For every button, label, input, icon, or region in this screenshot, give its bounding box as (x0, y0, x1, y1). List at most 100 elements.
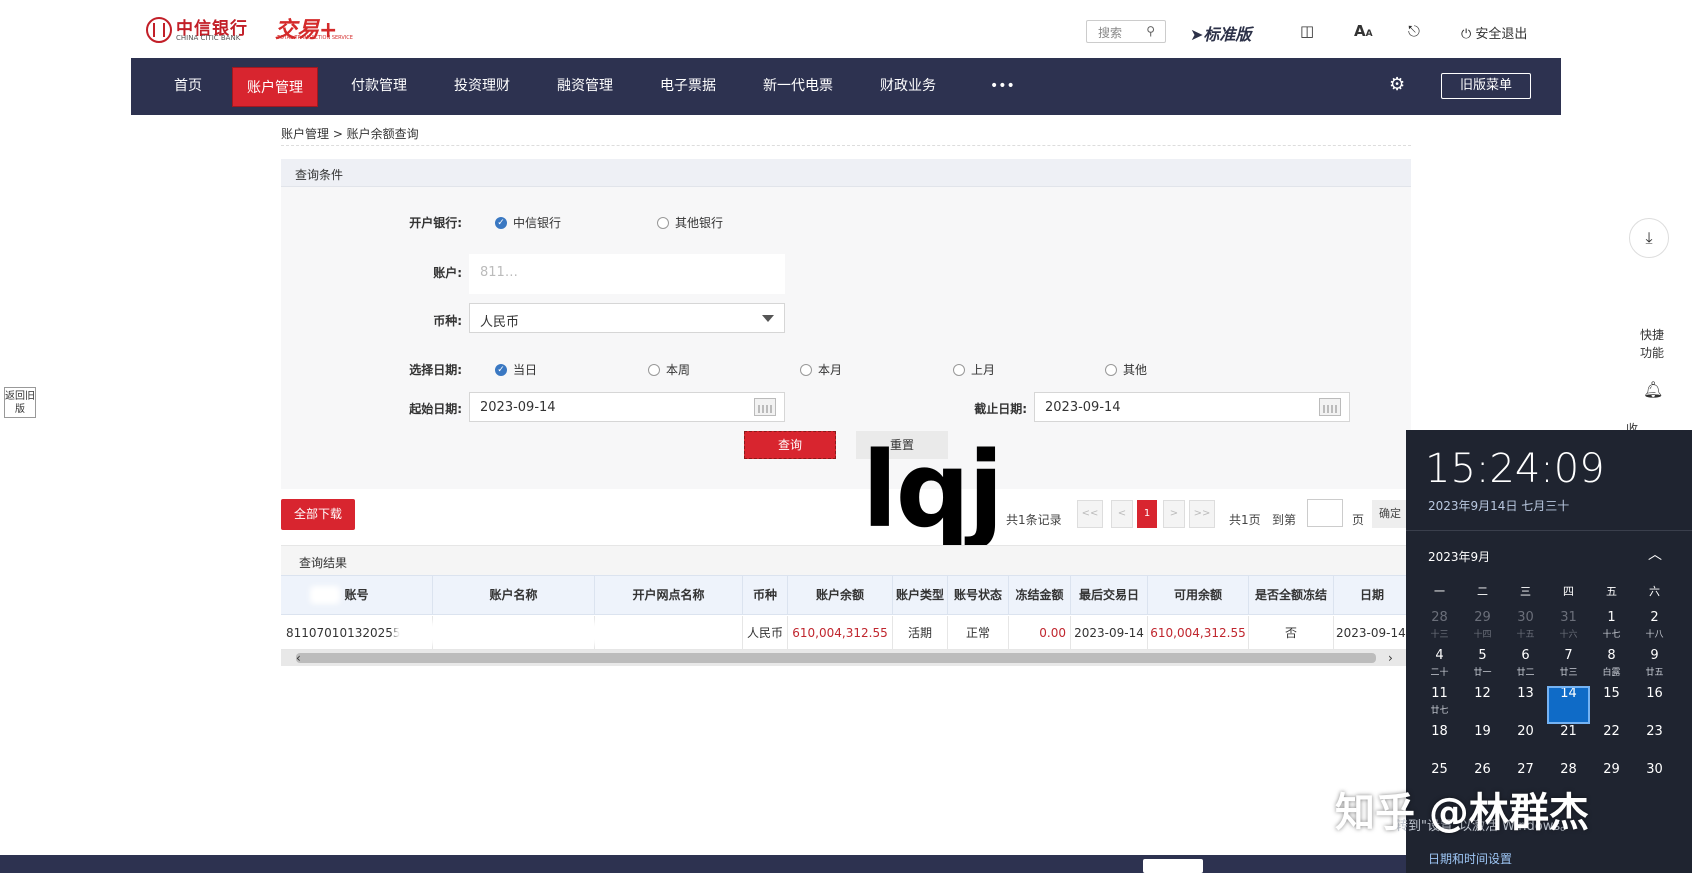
next-page-button[interactable]: > (1163, 500, 1185, 528)
nav-home[interactable]: 首页 (172, 58, 204, 115)
clock-time: 15:24:09 (1425, 446, 1605, 492)
account-input[interactable]: 811… (469, 254, 785, 294)
logout-label: 安全退出 (1475, 27, 1528, 42)
radio-checked-icon (495, 363, 507, 376)
calendar-month[interactable]: 2023年9月 (1428, 548, 1490, 565)
end-date-value: 2023-09-14 (1045, 400, 1121, 415)
radio-other-date[interactable]: 其他 (1105, 361, 1147, 378)
chevron-up-icon[interactable]: ︿ (1648, 544, 1662, 564)
calendar-day[interactable]: 28 十三 (1418, 610, 1461, 648)
calendar-day[interactable]: 11 廿七 (1418, 686, 1461, 724)
start-date-input[interactable]: 2023-09-14 (469, 392, 785, 422)
calendar-day[interactable]: 5 廿一 (1461, 648, 1504, 686)
chevron-down-icon (762, 315, 774, 322)
calendar-day[interactable]: 9 廿五 (1633, 648, 1676, 686)
edition-toggle[interactable]: ➤标准版 (1190, 21, 1251, 45)
nav-new-ebill[interactable]: 新一代电票 (760, 58, 836, 115)
top-header (131, 0, 1560, 58)
calendar-day[interactable]: 12 (1461, 686, 1504, 724)
calendar-day[interactable]: 29 十四 (1461, 610, 1504, 648)
font-size-icon[interactable]: AA (1354, 22, 1373, 40)
calendar-day[interactable]: 19 (1461, 724, 1504, 762)
calendar-day[interactable]: 22 (1590, 724, 1633, 762)
zhihu-watermark: 知乎 @林群杰 (1335, 790, 1589, 836)
col-type: 账户类型 (893, 575, 948, 615)
radio-unchecked-icon (648, 363, 660, 376)
download-icon[interactable]: ⤓ (1629, 218, 1669, 258)
calendar-day[interactable]: 21 (1547, 724, 1590, 762)
col-full-frozen: 是否全额冻结 (1249, 575, 1334, 615)
radio-today[interactable]: 当日 (495, 361, 537, 378)
calendar-day[interactable]: 8 白露 (1590, 648, 1633, 686)
cell-status: 正常 (948, 616, 1009, 650)
nav-ebill[interactable]: 电子票据 (658, 58, 718, 115)
end-date-label: 截止日期: (974, 402, 1027, 416)
clock-date[interactable]: 2023年9月14日 七月三十 (1428, 497, 1569, 514)
end-date-input[interactable]: 2023-09-14 (1034, 392, 1350, 422)
scroll-left-icon[interactable]: ‹ (296, 651, 301, 665)
prev-page-button[interactable]: < (1111, 500, 1133, 528)
old-menu-button[interactable]: 旧版菜单 (1441, 73, 1531, 99)
redaction-mask (310, 586, 340, 604)
return-old-button[interactable]: 返回旧版 (4, 387, 36, 418)
date-time-settings-link[interactable]: 日期和时间设置 (1428, 850, 1512, 867)
calendar-day[interactable]: 13 (1504, 686, 1547, 724)
page-label: 页 (1352, 513, 1365, 527)
last-page-button[interactable]: >> (1189, 500, 1215, 528)
weekday-header: 一 二 三 四 五 六 (1418, 583, 1676, 599)
scrollbar-thumb[interactable] (296, 653, 1376, 663)
calendar-day[interactable]: 31 十六 (1547, 610, 1590, 648)
calendar-day[interactable]: 1 十七 (1590, 610, 1633, 648)
calendar-day[interactable]: 20 (1504, 724, 1547, 762)
radio-unchecked-icon (800, 363, 812, 376)
download-all-button[interactable]: 全部下载 (281, 499, 355, 530)
calendar-day[interactable]: 15 (1590, 686, 1633, 724)
nav-more[interactable]: ••• (990, 58, 1015, 115)
col-currency: 币种 (743, 575, 788, 615)
calendar-day[interactable]: 30 (1633, 762, 1676, 800)
calendar-day[interactable]: 29 (1590, 762, 1633, 800)
search-box[interactable]: 搜索 ⚲ (1086, 20, 1166, 43)
product-sub: TOTAL TRANSACTION SERVICE (277, 35, 353, 41)
radio-month[interactable]: 本月 (800, 361, 842, 378)
nav-invest[interactable]: 投资理财 (452, 58, 512, 115)
search-icon: ⚲ (1146, 24, 1155, 38)
calendar-day[interactable]: 2 十八 (1633, 610, 1676, 648)
radio-other-bank[interactable]: 其他银行 (657, 214, 723, 231)
radio-citic[interactable]: 中信银行 (495, 214, 561, 231)
current-page[interactable]: 1 (1137, 500, 1157, 528)
currency-select[interactable]: 人民币 (469, 303, 785, 333)
logout-button[interactable]: ⏻ 安全退出 (1461, 23, 1527, 42)
nav-finance[interactable]: 融资管理 (555, 58, 615, 115)
nav-payment[interactable]: 付款管理 (349, 58, 409, 115)
calendar-day[interactable]: 18 (1418, 724, 1461, 762)
calendar-day[interactable]: 7 廿三 (1547, 648, 1590, 686)
calendar-day[interactable]: 6 廿二 (1504, 648, 1547, 686)
calendar-day[interactable]: 4 二十 (1418, 648, 1461, 686)
calendar-day[interactable]: 23 (1633, 724, 1676, 762)
settings-icon[interactable]: ⚙ (1389, 74, 1405, 95)
calendar-icon[interactable] (1319, 398, 1341, 416)
scroll-right-icon[interactable]: › (1388, 651, 1393, 665)
goto-ok-button[interactable]: 确定 (1372, 500, 1408, 528)
radio-week[interactable]: 本周 (648, 361, 690, 378)
bell-icon[interactable]: 🔔︎ (1643, 380, 1663, 399)
nav-fiscal[interactable]: 财政业务 (878, 58, 938, 115)
calendar-day[interactable]: 30 十五 (1504, 610, 1547, 648)
radio-last-month[interactable]: 上月 (953, 361, 995, 378)
cell-last-trade: 2023-09-14 (1071, 616, 1148, 650)
calendar-icon[interactable] (754, 398, 776, 416)
language-icon[interactable]: ⎋ (1408, 22, 1420, 40)
page-number-input[interactable] (1307, 499, 1343, 527)
quick-functions[interactable]: 快捷功能 (1637, 326, 1667, 362)
document-icon[interactable]: ◫ (1300, 22, 1314, 40)
nav-account[interactable]: 账户管理 (232, 67, 318, 107)
main-nav (131, 58, 1561, 115)
bank-logo-icon (146, 17, 172, 43)
query-button[interactable]: 查询 (744, 431, 836, 459)
col-available: 可用余额 (1148, 575, 1249, 615)
calendar-day[interactable]: 16 (1633, 686, 1676, 724)
calendar-day-today[interactable]: 14 (1547, 686, 1590, 724)
currency-value: 人民币 (480, 315, 520, 330)
first-page-button[interactable]: << (1077, 500, 1103, 528)
